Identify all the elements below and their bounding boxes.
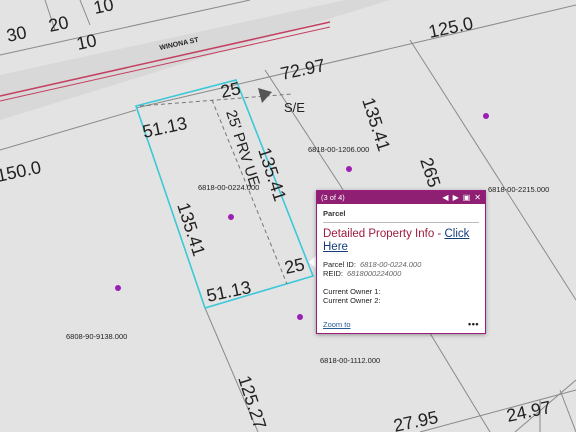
parcel-point[interactable] bbox=[346, 166, 352, 172]
parcel-id-value: 6818-00-0224.000 bbox=[359, 260, 422, 269]
reid-label: REID: bbox=[323, 269, 344, 278]
dimension-label: 25 bbox=[283, 254, 307, 278]
parcel-id-label: 6818-00-1112.000 bbox=[320, 356, 380, 365]
dimension-label: 10 bbox=[75, 30, 99, 54]
popup-heading: Detailed Property Info - Click Here bbox=[317, 223, 485, 254]
dimension-label: 25 bbox=[219, 78, 243, 102]
parcel-id-label: Parcel ID: bbox=[323, 260, 356, 269]
reid-value: 6818000224000 bbox=[347, 269, 402, 278]
parcel-point[interactable] bbox=[115, 285, 121, 291]
parcel-id-label: 6818-00-0224.000 bbox=[198, 183, 259, 192]
next-icon[interactable]: ▶ bbox=[453, 193, 459, 202]
popup-header: (3 of 4) ◀ ▶ ▣ ✕ bbox=[317, 191, 485, 204]
detailed-info-text: Detailed Property Info - bbox=[323, 228, 445, 240]
map-canvas[interactable]: 30 20 10 10 WINONA ST 125.0 72.97 25 S/E… bbox=[0, 0, 576, 432]
more-options-icon[interactable]: ••• bbox=[468, 319, 479, 329]
parcel-id-label: 6818-00-1206.000 bbox=[308, 145, 369, 154]
prev-icon[interactable]: ◀ bbox=[442, 193, 448, 202]
parcel-point[interactable] bbox=[297, 314, 303, 320]
popup-counter: (3 of 4) bbox=[321, 193, 345, 202]
dimension-label: S/E bbox=[284, 100, 305, 115]
popup-footer: Zoom to ••• bbox=[323, 319, 479, 329]
parcel-point[interactable] bbox=[483, 113, 489, 119]
parcel-id-row: Parcel ID: 6818-00-0224.000 bbox=[317, 260, 485, 269]
dimension-label: 30 bbox=[5, 22, 29, 46]
close-icon[interactable]: ✕ bbox=[474, 193, 481, 202]
popup-layer-title: Parcel bbox=[323, 209, 346, 218]
parcel-point[interactable] bbox=[228, 214, 234, 220]
parcel-popup: (3 of 4) ◀ ▶ ▣ ✕ Parcel Detailed Propert… bbox=[316, 190, 486, 334]
parcel-id-label: 6818-00-2215.000 bbox=[488, 185, 549, 194]
dimension-label: 20 bbox=[47, 12, 71, 36]
owner2-label: Current Owner 2: bbox=[323, 296, 381, 305]
owner1-label: Current Owner 1: bbox=[323, 287, 381, 296]
reid-row: REID: 6818000224000 bbox=[317, 269, 485, 278]
parcel-id-label: 6808-90-9138.000 bbox=[66, 332, 127, 341]
zoom-to-link[interactable]: Zoom to bbox=[323, 320, 351, 329]
maximize-icon[interactable]: ▣ bbox=[463, 193, 471, 202]
